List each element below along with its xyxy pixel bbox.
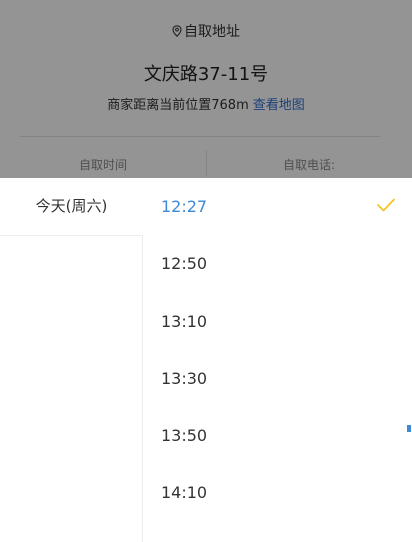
day-column: 今天(周六) <box>0 178 143 542</box>
pickup-time-screen: 自取地址 文庆路37-11号 商家距离当前位置768m 查看地图 自取时间 自取电… <box>0 0 412 542</box>
time-option-label: 12:50 <box>161 254 208 274</box>
checkmark-icon <box>377 198 395 212</box>
time-option[interactable]: 12:27 <box>143 178 412 235</box>
day-option-today[interactable]: 今天(周六) <box>0 178 143 235</box>
time-option[interactable]: 13:50 <box>143 407 412 464</box>
time-option[interactable]: 13:10 <box>143 293 412 350</box>
time-option-label: 13:30 <box>161 368 208 388</box>
time-option-label: 13:10 <box>161 311 208 331</box>
time-option-label: 12:27 <box>161 197 208 216</box>
time-option[interactable]: 13:30 <box>143 350 412 407</box>
scroll-indicator <box>407 425 411 432</box>
time-picker-sheet: 今天(周六) 12:27 12:50 13:10 13:30 13:50 14:… <box>0 178 412 542</box>
day-column-empty <box>0 235 143 542</box>
time-list: 12:27 12:50 13:10 13:30 13:50 14:10 <box>143 178 412 542</box>
time-option-label: 14:10 <box>161 483 208 503</box>
time-option[interactable]: 14:10 <box>143 464 412 521</box>
time-option-label: 13:50 <box>161 426 208 446</box>
time-option[interactable]: 12:50 <box>143 235 412 292</box>
